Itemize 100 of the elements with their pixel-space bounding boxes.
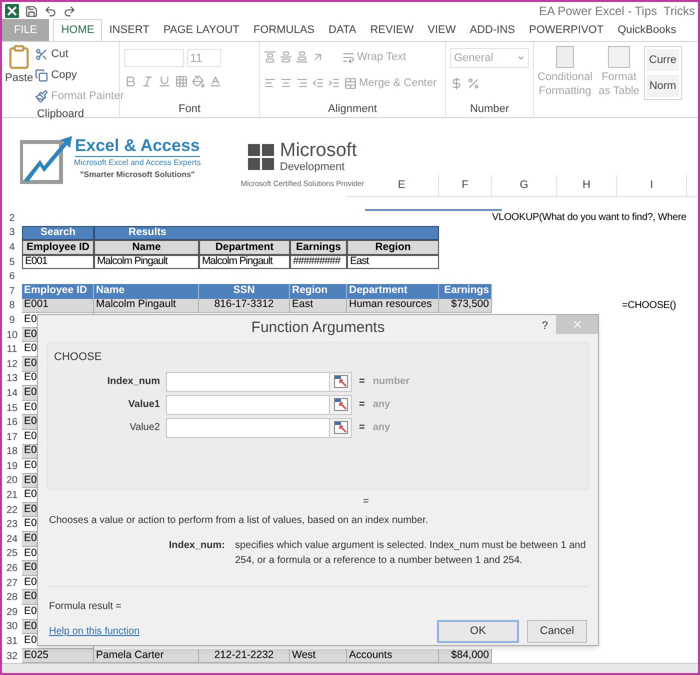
table-cell: Human resources [349, 298, 432, 312]
table-cell: E0 [24, 634, 37, 648]
table-cell: E0 [24, 386, 37, 400]
row-number[interactable]: 28 [6, 590, 18, 606]
column-header[interactable]: G [520, 177, 528, 194]
table-cell: E0 [24, 459, 37, 473]
ribbon-tab[interactable]: FORMULAS [246, 19, 322, 41]
table-cell: E0 [24, 561, 37, 575]
row-number[interactable]: 8 [9, 298, 15, 314]
row-number[interactable]: 31 [6, 634, 18, 650]
undo-icon[interactable] [44, 4, 57, 18]
row-number[interactable]: 6 [9, 269, 15, 284]
row-number[interactable]: 19 [6, 458, 18, 474]
ribbon-tab[interactable]: REVIEW [363, 19, 421, 41]
help-link[interactable]: Help on this function [49, 624, 140, 639]
argument-field[interactable] [166, 418, 330, 438]
table-cell: E0 [24, 474, 37, 488]
row-number[interactable]: 20 [6, 473, 18, 488]
redo-icon[interactable] [63, 4, 76, 18]
row-number[interactable]: 17 [6, 430, 18, 445]
ribbon-tab[interactable]: POWERPIVOT [522, 19, 611, 41]
table-cell: E0 [24, 546, 37, 560]
table-cell: E025 [24, 648, 49, 662]
ribbon-tab[interactable]: HOME [53, 19, 102, 41]
table-cell: Malcolm Pingault [202, 256, 272, 268]
spreadsheet-app-icon [5, 4, 19, 18]
row-number[interactable]: 10 [6, 328, 18, 343]
row-number[interactable]: 9 [9, 312, 15, 328]
row-number[interactable]: 26 [6, 561, 18, 576]
table-cell: E0 [24, 430, 37, 444]
dialog-button[interactable]: OK [437, 620, 519, 643]
clipboard-button[interactable]: Copy [35, 65, 124, 85]
window-title: EA Power Excel - Tips Tricks [538, 3, 695, 20]
range-select-button[interactable] [330, 394, 352, 414]
column-heading: SSN [233, 284, 255, 298]
clipboard-button[interactable]: Cut [35, 44, 124, 64]
group-label: Font [178, 102, 200, 117]
row-number[interactable]: 7 [9, 284, 15, 299]
row-number[interactable]: 16 [6, 415, 18, 430]
row-number[interactable]: 12 [6, 356, 18, 372]
logo-name: Excel & Access [74, 136, 200, 157]
row-number[interactable]: 14 [6, 386, 18, 401]
argument-label: Value2 [128, 421, 161, 435]
ribbon-tab[interactable]: QuickBooks [610, 19, 684, 41]
row-number[interactable]: 23 [6, 517, 18, 532]
table-cell: $73,500 [451, 298, 489, 312]
row-number[interactable]: 21 [6, 488, 18, 504]
table-cell: E0 [24, 576, 37, 590]
row-number[interactable]: 22 [6, 502, 18, 518]
row-number[interactable]: 11 [6, 342, 18, 358]
table-title: Search [40, 226, 76, 240]
range-select-icon [334, 375, 348, 388]
row-number[interactable]: 32 [6, 648, 18, 664]
paste-button[interactable]: Paste [5, 44, 34, 106]
column-header[interactable]: H [582, 177, 590, 194]
argument-label: Value1 [127, 398, 161, 412]
close-button[interactable] [556, 315, 598, 334]
row-number[interactable]: 2 [9, 210, 15, 226]
table-cell: E001 [24, 298, 49, 312]
save-icon[interactable] [25, 4, 38, 18]
row-number[interactable]: 15 [6, 400, 18, 416]
help-button[interactable]: ? [542, 318, 548, 334]
row-number[interactable]: 3 [9, 225, 15, 240]
table-cell: E0 [24, 342, 37, 356]
row-number[interactable]: 4 [9, 240, 15, 255]
column-header[interactable]: E [398, 177, 406, 194]
column-heading: Employee ID [24, 284, 88, 298]
argument-field[interactable] [166, 372, 330, 392]
range-select-button[interactable] [330, 418, 352, 438]
cell-text: VLOOKUP(What do you want to find?, Where [492, 211, 686, 226]
row-number[interactable]: 27 [6, 576, 18, 591]
row-number[interactable]: 30 [6, 619, 18, 634]
ribbon-tab[interactable]: ADD-INS [462, 19, 522, 41]
ribbon-tab[interactable]: INSERT [102, 19, 156, 41]
column-header[interactable]: F [462, 177, 468, 194]
dialog-button[interactable]: Cancel [527, 620, 587, 643]
ribbon-tab[interactable]: PAGE LAYOUT [156, 19, 246, 41]
range-select-button[interactable] [330, 372, 352, 392]
row-number[interactable]: 13 [6, 371, 18, 386]
table-cell: E0 [24, 517, 37, 532]
row-number[interactable]: 5 [9, 254, 15, 270]
row-number[interactable]: 24 [6, 532, 18, 547]
table-cell: Malcolm Pingault [97, 256, 168, 268]
ribbon-tab[interactable]: DATA [322, 19, 364, 41]
table-cell: 816-17-3312 [214, 298, 274, 312]
argument-label: Index_num [106, 375, 161, 389]
column-heading: Name [132, 241, 161, 254]
wrap-icon [342, 50, 355, 64]
table-cell: E0 [24, 400, 37, 414]
table-cell: E0 [24, 532, 37, 546]
row-number[interactable]: 29 [6, 604, 18, 620]
ribbon-tab[interactable]: VIEW [420, 19, 463, 41]
table-title: Results [128, 225, 166, 240]
row-number[interactable]: 25 [6, 546, 18, 562]
row-number[interactable]: 18 [6, 444, 18, 460]
table-cell: Malcolm Pingault [96, 298, 176, 312]
table-cell: $84,000 [451, 648, 489, 662]
argument-field[interactable] [166, 394, 330, 414]
close-icon [572, 319, 582, 330]
column-header[interactable]: I [650, 177, 654, 194]
